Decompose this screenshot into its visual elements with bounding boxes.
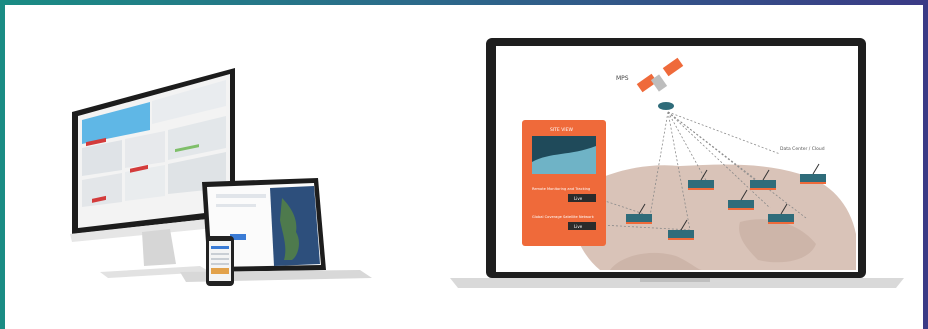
panel-caption-1: Remote Monitoring and Tracking [532, 187, 590, 191]
hub-label: Data Center / Cloud [780, 146, 825, 152]
phone-device [206, 236, 234, 286]
panel-badge-2: Live [574, 224, 583, 229]
frame-border-left [0, 0, 5, 329]
panel-caption-2: Global Coverage Satellite Network [532, 215, 595, 219]
image-frame: MPS Data Center / Cloud SITE VIEW Remote… [0, 0, 928, 329]
satellite-label: MPS [616, 75, 629, 82]
satellite-network-laptop: MPS Data Center / Cloud SITE VIEW Remote… [450, 38, 904, 288]
frame-border-right [923, 0, 928, 329]
panel-badge-1: Live [574, 196, 583, 201]
panel-title: SITE VIEW [550, 127, 573, 133]
site-view-panel: SITE VIEW Remote Monitoring and Tracking… [522, 120, 606, 246]
devices-illustration [70, 68, 372, 286]
frame-border-top [0, 0, 928, 5]
